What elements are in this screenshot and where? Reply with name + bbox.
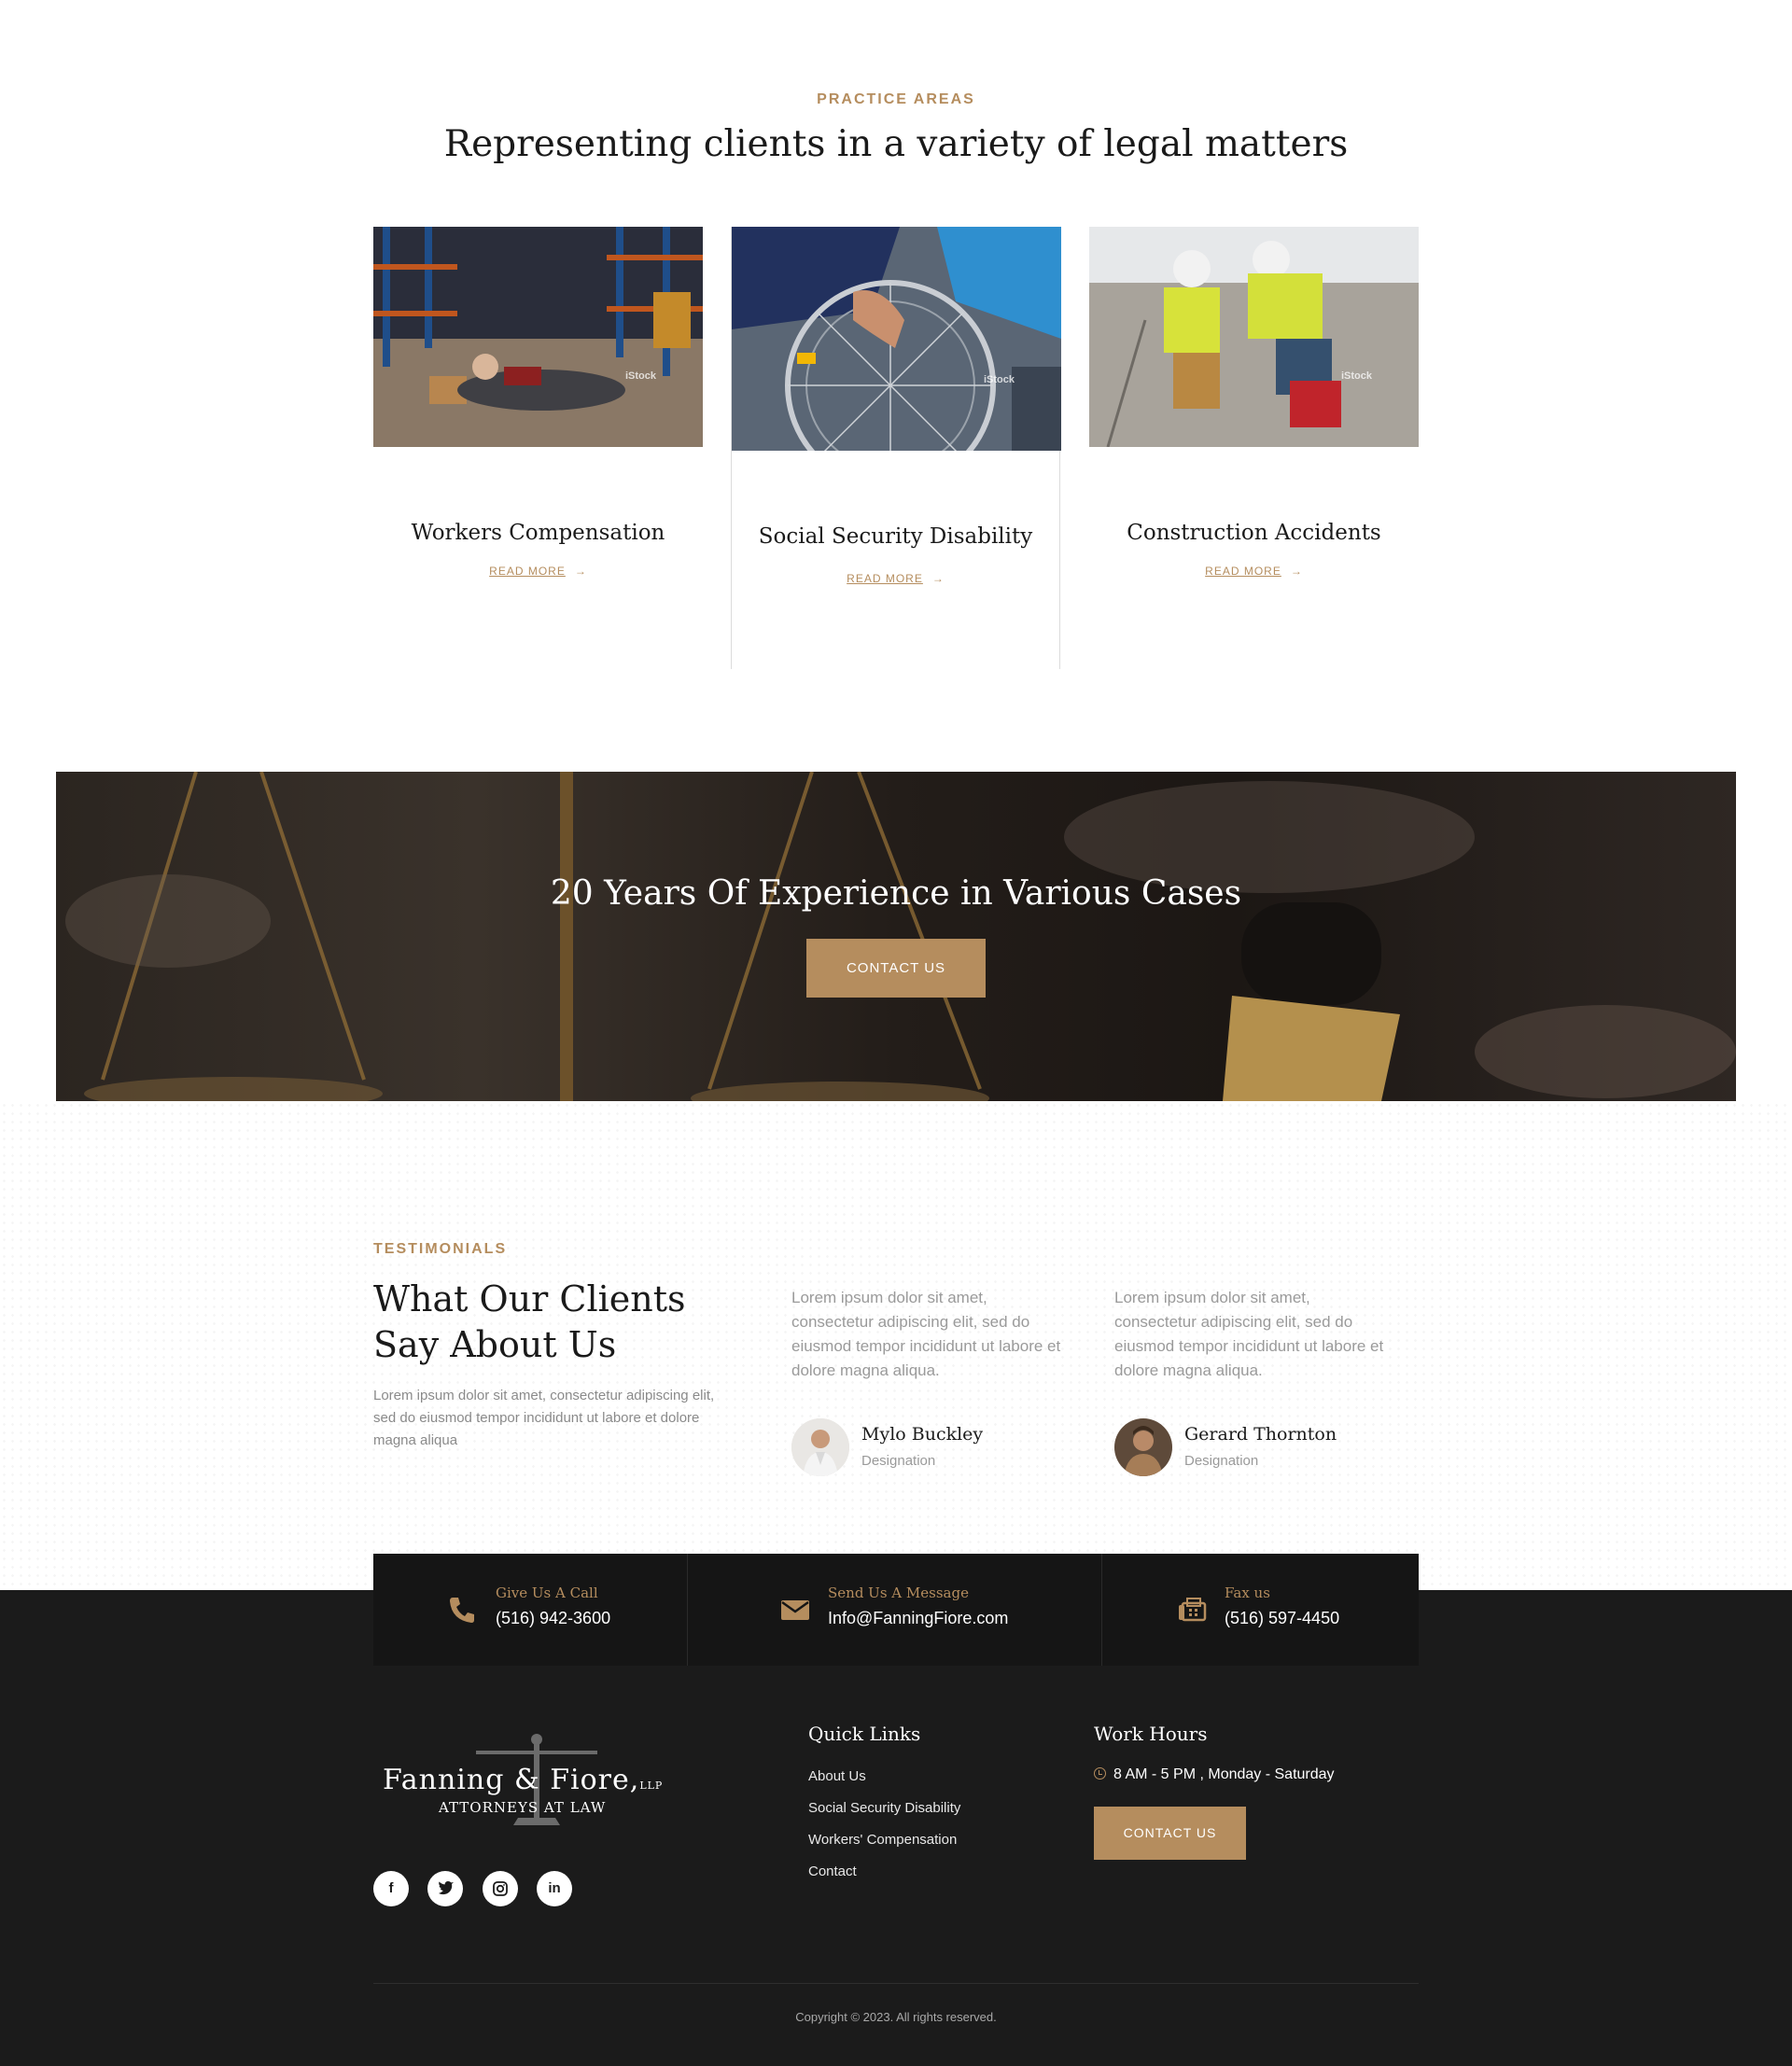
workers-compensation-read-more-link[interactable]: READ MORE → xyxy=(373,565,703,578)
contact-call[interactable]: Give Us A Call (516) 942-3600 xyxy=(373,1554,687,1666)
construction-accidents-title: Construction Accidents xyxy=(1127,521,1381,545)
contact-fax-value: (516) 597-4450 xyxy=(1225,1609,1340,1627)
envelope-icon xyxy=(781,1600,809,1620)
fax-icon xyxy=(1179,1598,1207,1622)
contact-message-value[interactable]: Info@FanningFiore.com xyxy=(828,1609,1008,1628)
testimonials-title: What Our Clients Say About Us xyxy=(373,1278,686,1365)
footer-contact-us-button[interactable]: CONTACT US xyxy=(1094,1807,1246,1860)
testimonial-author-name: Mylo Buckley xyxy=(861,1424,984,1445)
construction-accidents-watermark: iStock xyxy=(1340,370,1372,382)
social-security-disability-title: Social Security Disability xyxy=(758,524,1033,549)
practice-title: Representing clients in a variety of leg… xyxy=(443,123,1349,165)
quick-link-contact[interactable]: Contact xyxy=(808,1864,857,1879)
arrow-right-icon: → xyxy=(931,572,945,585)
testimonial-author-role: Designation xyxy=(861,1453,936,1469)
arrow-right-icon: → xyxy=(1290,565,1303,578)
practice-card-construction-accidents[interactable]: iStock Construction Accidents READ MORE → xyxy=(1089,227,1419,578)
testimonial-author-name: Gerard Thornton xyxy=(1184,1424,1337,1445)
twitter-icon[interactable] xyxy=(427,1871,463,1906)
social-security-disability-watermark: iStock xyxy=(983,374,1015,385)
avatar xyxy=(1114,1418,1172,1476)
social-security-disability-read-more-link[interactable]: READ MORE → xyxy=(732,572,1059,585)
workers-compensation-image: iStock xyxy=(373,227,703,447)
testimonials-eyebrow: TESTIMONIALS xyxy=(373,1241,508,1257)
contact-message-label: Send Us A Message xyxy=(828,1584,969,1601)
banner-title: 20 Years Of Experience in Various Cases xyxy=(550,874,1242,913)
social-security-disability-image: iStock xyxy=(732,227,1061,451)
scales-of-justice-background xyxy=(65,772,1736,1101)
testimonial-author: Mylo Buckley Designation xyxy=(791,1418,1015,1476)
contact-call-value[interactable]: (516) 942-3600 xyxy=(496,1609,610,1628)
contact-call-label: Give Us A Call xyxy=(496,1584,598,1601)
testimonial-quote: Lorem ipsum dolor sit amet, consectetur … xyxy=(1114,1289,1384,1379)
practice-eyebrow: PRACTICE AREAS xyxy=(817,91,975,107)
copyright: Copyright © 2023. All rights reserved. xyxy=(795,2010,997,2024)
practice-card-workers-compensation[interactable]: iStock Workers Compensation READ MORE → xyxy=(373,227,703,578)
logo-tagline: ATTORNEYS AT LAW xyxy=(439,1799,607,1816)
banner-contact-us-button[interactable]: CONTACT US xyxy=(806,939,986,998)
testimonials-description: Lorem ipsum dolor sit amet, consectetur … xyxy=(373,1388,715,1448)
clock-icon xyxy=(1094,1767,1106,1780)
linkedin-icon[interactable]: in xyxy=(537,1871,572,1906)
contact-fax[interactable]: Fax us (516) 597-4450 xyxy=(1102,1554,1419,1666)
testimonial-author-role: Designation xyxy=(1184,1453,1259,1469)
workers-compensation-title: Workers Compensation xyxy=(411,521,665,545)
footer-divider xyxy=(373,1983,1419,1984)
avatar xyxy=(791,1418,849,1476)
workers-compensation-watermark: iStock xyxy=(624,370,656,382)
testimonial-quote: Lorem ipsum dolor sit amet, consectetur … xyxy=(791,1289,1061,1379)
logo-firm-name: Fanning & Fiore,LLP xyxy=(383,1764,664,1796)
instagram-icon[interactable] xyxy=(483,1871,518,1906)
contact-message[interactable]: Send Us A Message Info@FanningFiore.com xyxy=(688,1554,1101,1666)
phone-icon xyxy=(450,1598,474,1623)
firm-logo[interactable]: Fanning & Fiore,LLP ATTORNEYS AT LAW xyxy=(373,1724,691,1836)
quick-links-heading: Quick Links xyxy=(808,1723,921,1745)
quick-link-about-us[interactable]: About Us xyxy=(808,1768,866,1784)
practice-card-social-security-disability[interactable]: iStock Social Security Disability READ M… xyxy=(731,227,1061,669)
work-hours-heading: Work Hours xyxy=(1094,1723,1208,1745)
experience-banner: 20 Years Of Experience in Various Cases … xyxy=(56,772,1736,1101)
construction-accidents-image: iStock xyxy=(1089,227,1419,447)
testimonial-author: Gerard Thornton Designation xyxy=(1114,1418,1357,1476)
work-hours-text: 8 AM - 5 PM , Monday - Saturday xyxy=(1094,1766,1335,1783)
facebook-icon[interactable]: f xyxy=(373,1871,409,1906)
arrow-right-icon: → xyxy=(574,565,587,578)
quick-link-social-security-disability[interactable]: Social Security Disability xyxy=(808,1800,960,1816)
contact-bar: Give Us A Call (516) 942-3600 Send Us A … xyxy=(373,1554,1419,1666)
quick-link-workers-compensation[interactable]: Workers' Compensation xyxy=(808,1832,957,1848)
contact-fax-label: Fax us xyxy=(1225,1584,1270,1601)
construction-accidents-read-more-link[interactable]: READ MORE → xyxy=(1089,565,1419,578)
